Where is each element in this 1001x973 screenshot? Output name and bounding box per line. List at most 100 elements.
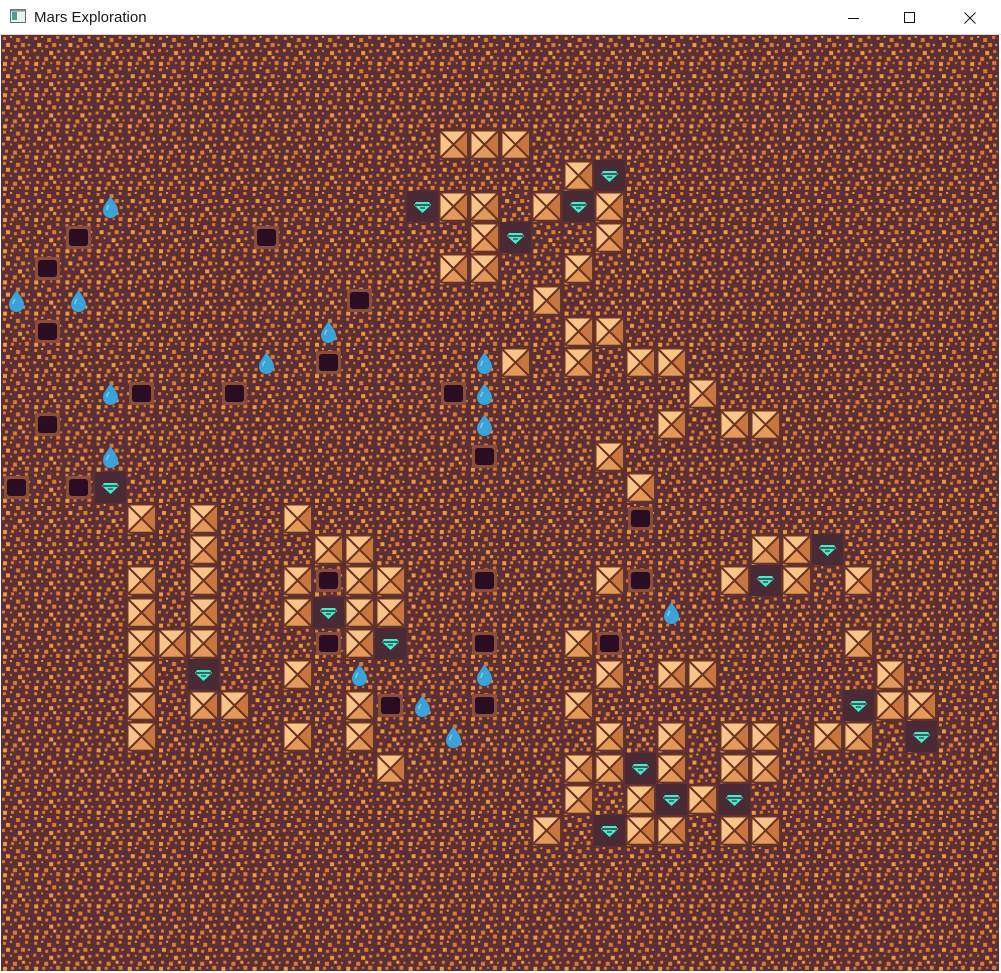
water-drop-icon	[344, 659, 375, 690]
rock-obstacle-icon	[282, 721, 313, 752]
rock-obstacle-icon	[469, 129, 500, 160]
mineral-gem-icon	[625, 752, 656, 784]
rock-obstacle-icon	[594, 441, 625, 472]
rock-obstacle-icon	[469, 222, 500, 253]
mineral-gem-icon	[843, 690, 875, 722]
rock-obstacle-icon	[219, 690, 250, 721]
maximize-button[interactable]	[887, 0, 933, 35]
rock-obstacle-icon	[656, 659, 687, 690]
rock-obstacle-icon	[594, 721, 625, 752]
rock-obstacle-icon	[750, 534, 781, 565]
rock-obstacle-icon	[188, 690, 219, 721]
rock-obstacle-icon	[719, 409, 750, 440]
rock-obstacle-icon	[594, 565, 625, 596]
crater-pit-icon	[469, 565, 500, 596]
mineral-gem-icon	[812, 534, 844, 566]
rock-obstacle-icon	[843, 721, 874, 752]
rock-obstacle-icon	[282, 503, 313, 534]
rock-obstacle-icon	[563, 784, 594, 815]
rock-obstacle-icon	[563, 316, 594, 347]
water-drop-icon	[469, 659, 500, 690]
water-drop-icon	[313, 316, 344, 347]
water-drop-icon	[1, 285, 32, 316]
rock-obstacle-icon	[563, 347, 594, 378]
rock-obstacle-icon	[282, 565, 313, 596]
rock-obstacle-icon	[531, 191, 562, 222]
crater-pit-icon	[594, 628, 625, 659]
rock-obstacle-icon	[719, 721, 750, 752]
rock-obstacle-icon	[625, 784, 656, 815]
rock-obstacle-icon	[687, 378, 718, 409]
mineral-gem-icon	[94, 471, 126, 503]
rock-obstacle-icon	[188, 503, 219, 534]
rock-obstacle-icon	[344, 534, 375, 565]
crater-pit-icon	[438, 378, 469, 409]
rock-obstacle-icon	[126, 690, 157, 721]
title-bar[interactable]: Mars Exploration	[0, 0, 1001, 35]
window-title: Mars Exploration	[34, 9, 147, 26]
rock-obstacle-icon	[375, 565, 406, 596]
rock-obstacle-icon	[750, 753, 781, 784]
mineral-gem-icon	[905, 721, 937, 753]
rock-obstacle-icon	[687, 659, 718, 690]
water-drop-icon	[656, 597, 687, 628]
rock-obstacle-icon	[188, 597, 219, 628]
minimize-icon	[848, 12, 860, 24]
mars-map-board[interactable]	[1, 35, 999, 971]
close-icon	[964, 11, 976, 24]
water-drop-icon	[469, 409, 500, 440]
rock-obstacle-icon	[157, 628, 188, 659]
rock-obstacle-icon	[188, 628, 219, 659]
crater-pit-icon	[469, 628, 500, 659]
mineral-gem-icon	[593, 815, 625, 846]
rock-obstacle-icon	[781, 565, 812, 596]
mineral-gem-icon	[500, 222, 532, 254]
rock-obstacle-icon	[594, 191, 625, 222]
rock-obstacle-icon	[313, 534, 344, 565]
rock-obstacle-icon	[188, 534, 219, 565]
rock-obstacle-icon	[656, 347, 687, 378]
rock-obstacle-icon	[126, 565, 157, 596]
rock-obstacle-icon	[531, 285, 562, 316]
rock-obstacle-icon	[344, 721, 375, 752]
minimize-button[interactable]	[831, 0, 877, 35]
rock-obstacle-icon	[625, 347, 656, 378]
crater-pit-icon	[32, 253, 63, 284]
rock-obstacle-icon	[282, 659, 313, 690]
water-drop-icon	[469, 347, 500, 378]
rock-obstacle-icon	[344, 565, 375, 596]
rock-obstacle-icon	[282, 597, 313, 628]
mineral-gem-icon	[656, 783, 688, 815]
rock-obstacle-icon	[594, 753, 625, 784]
water-drop-icon	[95, 441, 126, 472]
mineral-gem-icon	[313, 596, 344, 628]
rock-obstacle-icon	[750, 815, 781, 846]
rock-obstacle-icon	[469, 253, 500, 284]
mineral-gem-icon	[406, 191, 438, 222]
rock-obstacle-icon	[563, 628, 594, 659]
crater-pit-icon	[219, 378, 250, 409]
rock-obstacle-icon	[344, 597, 375, 628]
rock-obstacle-icon	[375, 597, 406, 628]
rock-obstacle-icon	[438, 253, 469, 284]
crater-pit-icon	[63, 222, 94, 253]
rock-obstacle-icon	[469, 191, 500, 222]
rock-obstacle-icon	[687, 784, 718, 815]
rock-obstacle-icon	[656, 721, 687, 752]
crater-pit-icon	[625, 565, 656, 596]
water-drop-icon	[251, 347, 282, 378]
crater-pit-icon	[126, 378, 157, 409]
rock-obstacle-icon	[500, 347, 531, 378]
water-drop-icon	[469, 378, 500, 409]
app-window-icon	[10, 9, 26, 23]
crater-pit-icon	[375, 690, 406, 721]
rock-obstacle-icon	[719, 565, 750, 596]
rock-obstacle-icon	[126, 721, 157, 752]
water-drop-icon	[95, 378, 126, 409]
close-button[interactable]	[947, 0, 993, 35]
rock-obstacle-icon	[531, 815, 562, 846]
rock-obstacle-icon	[594, 316, 625, 347]
crater-pit-icon	[625, 503, 656, 534]
rock-obstacle-icon	[126, 628, 157, 659]
rock-obstacle-icon	[344, 628, 375, 659]
